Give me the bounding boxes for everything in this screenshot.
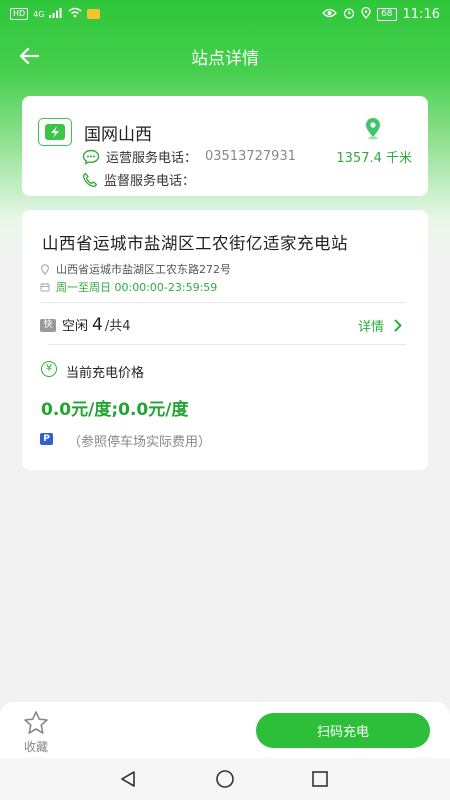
yuan-icon: ¥ xyxy=(41,361,57,377)
nav-home-button[interactable] xyxy=(213,768,237,790)
phone-icon xyxy=(82,172,98,187)
triangle-back-icon xyxy=(121,771,135,787)
price-title: 当前充电价格 xyxy=(66,366,145,381)
mail-notification-icon xyxy=(87,9,101,19)
divider xyxy=(40,302,406,303)
parking-note: （参照停车场实际费用） xyxy=(68,435,212,450)
alarm-icon xyxy=(343,7,355,22)
free-count: 4 xyxy=(92,315,103,335)
circle-home-icon xyxy=(216,770,234,788)
nav-recents-button[interactable] xyxy=(308,768,332,790)
station-hours-row: 周一至周日 00:00:00-23:59:59 xyxy=(40,279,217,295)
pile-type-badge: 快 xyxy=(40,319,56,332)
distance-text: 1357.4 千米 xyxy=(336,151,412,166)
bottom-action-bar: 收藏 扫码充电 xyxy=(0,702,450,758)
chat-icon xyxy=(82,149,100,165)
back-button[interactable] xyxy=(14,42,44,70)
total-count: /共4 xyxy=(104,319,131,334)
station-card: 山西省运城市盐湖区工农街亿适家充电站 山西省运城市盐湖区工农东路272号 周一至… xyxy=(22,210,428,470)
eye-icon xyxy=(322,7,337,21)
chevron-right-icon xyxy=(394,319,402,332)
operator-card: 国网山西 运营服务电话： 03513727931 监督服务电话： 1357.4 … xyxy=(22,96,428,196)
station-hours: 周一至周日 00:00:00-23:59:59 xyxy=(56,281,218,294)
network-type: 4G xyxy=(33,9,45,19)
parking-icon: P xyxy=(40,433,53,445)
top-nav-bar: 站点详情 xyxy=(0,28,450,84)
station-name: 山西省运城市盐湖区工农街亿适家充电站 xyxy=(42,234,348,253)
operator-logo xyxy=(38,118,72,146)
calendar-icon xyxy=(40,283,50,292)
detail-label: 详情 xyxy=(357,320,384,335)
favorite-button[interactable]: 收藏 xyxy=(18,708,54,754)
operator-name: 国网山西 xyxy=(84,125,152,145)
favorite-label: 收藏 xyxy=(23,740,48,754)
free-label: 空闲 xyxy=(62,319,89,334)
page-title: 站点详情 xyxy=(191,48,259,69)
address-pin-icon xyxy=(40,263,50,275)
map-pin-icon[interactable] xyxy=(362,116,384,144)
back-arrow-icon xyxy=(19,47,39,65)
signal-icon xyxy=(49,7,63,21)
ops-phone-label: 运营服务电话： xyxy=(106,151,198,166)
pile-availability: 空闲 4 /共4 xyxy=(62,315,131,335)
square-recents-icon xyxy=(312,771,328,787)
pile-detail-link[interactable]: 详情 xyxy=(358,316,402,335)
divider xyxy=(48,344,406,345)
supervision-phone-row[interactable]: 监督服务电话： xyxy=(82,170,195,189)
star-icon xyxy=(24,711,48,734)
wifi-icon xyxy=(68,7,82,21)
ops-phone-number[interactable]: 03513727931 xyxy=(205,149,296,164)
station-address: 山西省运城市盐湖区工农东路272号 xyxy=(56,263,231,276)
ops-phone-row[interactable]: 运营服务电话： 03513727931 xyxy=(82,147,296,166)
price-value: 0.0元/度;0.0元/度 xyxy=(41,400,189,420)
system-nav-bar xyxy=(0,758,450,800)
status-bar: HD 4G 68 11:16 xyxy=(0,0,450,28)
station-address-row: 山西省运城市盐湖区工农东路272号 xyxy=(40,261,231,277)
hd-indicator: HD xyxy=(10,8,29,20)
clock: 11:16 xyxy=(402,6,440,22)
scan-to-charge-button[interactable]: 扫码充电 xyxy=(256,713,430,748)
supervision-phone-label: 监督服务电话： xyxy=(104,174,196,189)
location-icon xyxy=(361,6,371,22)
nav-back-button[interactable] xyxy=(116,768,140,790)
battery-indicator: 68 xyxy=(377,7,397,21)
